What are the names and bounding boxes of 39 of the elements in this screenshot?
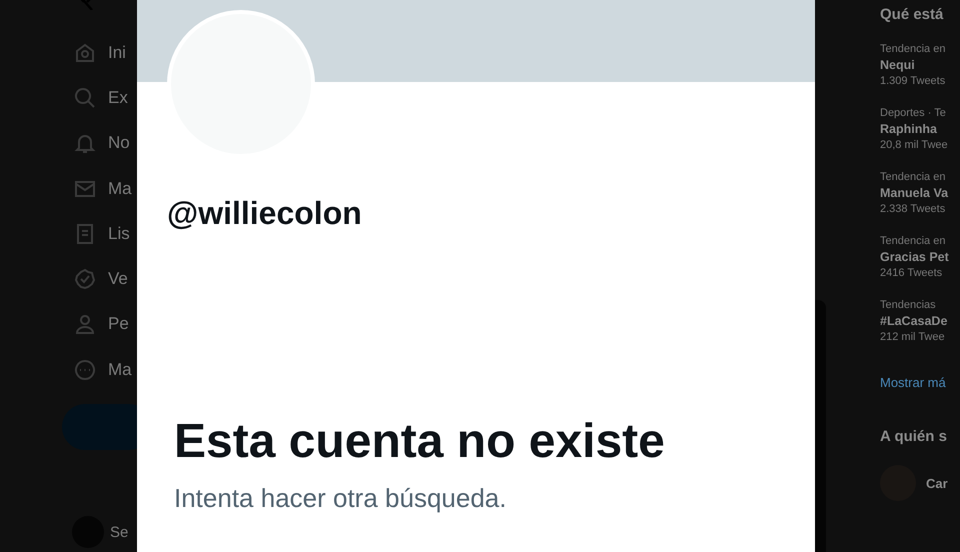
trend-count: 2.338 Tweets (880, 203, 946, 215)
nav-item[interactable]: Ma (74, 166, 132, 212)
nav-item[interactable]: Ve (74, 256, 128, 302)
nav-item[interactable]: Ma (74, 347, 132, 392)
trend-context: Tendencias (880, 299, 936, 311)
nav-item[interactable]: Ini (74, 30, 126, 76)
bell-icon (74, 132, 96, 154)
trend-context: Tendencia en (880, 43, 946, 55)
person-icon (74, 313, 96, 336)
trend-count: 2416 Tweets (880, 267, 942, 279)
trend-name[interactable]: Gracias Pet (880, 250, 949, 264)
badge-check-icon (74, 268, 96, 290)
section-heading: A quién s (880, 428, 947, 445)
nav-item[interactable]: No (74, 120, 130, 166)
show-more-link[interactable]: Mostrar má (880, 375, 946, 390)
trend-name[interactable]: #LaCasaDe (880, 314, 948, 328)
list-icon (74, 222, 96, 245)
empty-state-message: Intenta hacer otra búsqueda. (174, 483, 506, 514)
trend-context: Tendencia en (880, 235, 946, 247)
trend-count: 212 mil Twee (880, 331, 945, 343)
nav-item[interactable]: Ex (74, 75, 128, 121)
trend-context: Tendencia en (880, 171, 946, 183)
trend-context: Deportes · Te (880, 107, 946, 119)
nav-item[interactable]: Lis (74, 211, 130, 256)
trend-name[interactable]: Nequi (880, 58, 915, 72)
more-icon (74, 358, 96, 381)
trend-name[interactable]: Raphinha (880, 122, 937, 136)
search-icon (74, 86, 96, 109)
trend-name[interactable]: Manuela Va (880, 186, 948, 200)
empty-state-title: Esta cuenta no existe (174, 414, 665, 469)
home-icon (74, 42, 96, 64)
user-name[interactable]: Car (926, 476, 948, 490)
trend-count: 1.309 Tweets (880, 75, 946, 87)
account-name[interactable]: Se (110, 524, 128, 541)
section-heading: Qué está (880, 6, 944, 23)
post-button[interactable] (62, 404, 137, 450)
profile-handle: @williecolon (167, 195, 362, 232)
trend-count: 20,8 mil Twee (880, 139, 948, 151)
nav-item[interactable]: Pe (74, 302, 129, 348)
